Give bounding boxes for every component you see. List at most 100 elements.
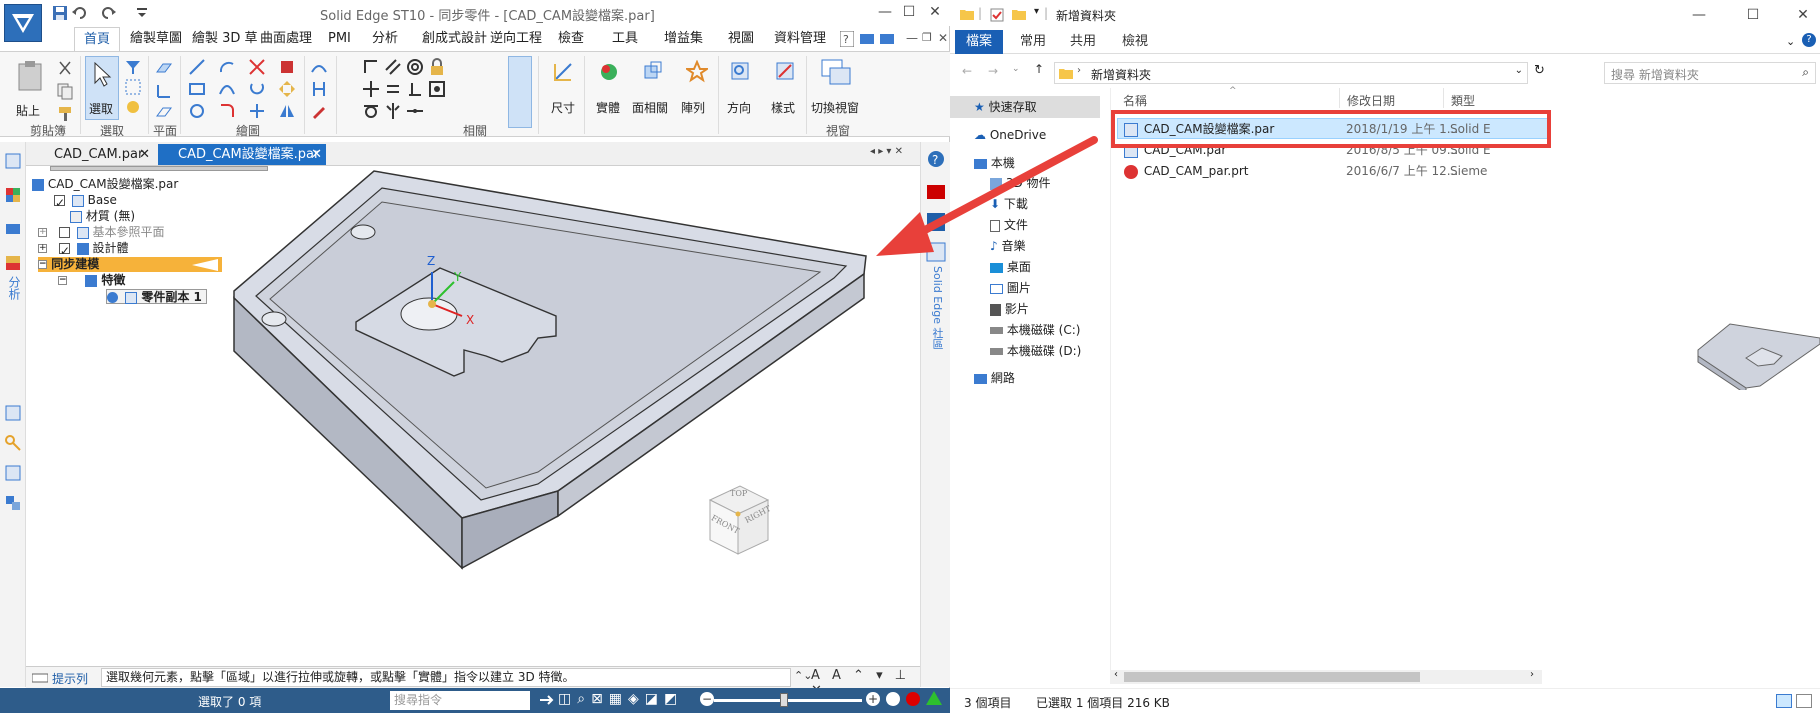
fit-icon[interactable]	[886, 692, 900, 706]
record-icon[interactable]	[906, 692, 920, 706]
tree-root[interactable]: CAD_CAM設變檔案.par	[32, 177, 178, 192]
tree-item-material[interactable]: 材質 (無)	[70, 209, 135, 224]
tab-home[interactable]: 首頁	[74, 27, 120, 51]
tree-item-part-copy[interactable]: 零件副本 1	[106, 289, 207, 304]
symmetric-icon[interactable]	[384, 102, 402, 120]
tab-view[interactable]: 視圖	[728, 27, 754, 51]
breadcrumb-folder[interactable]: 新增資料夾	[1091, 66, 1151, 83]
tangent-icon[interactable]	[362, 102, 380, 120]
nav-item-pictures[interactable]: 圖片	[990, 277, 1031, 299]
tree-item-ref-planes[interactable]: + 基本參照平面	[38, 225, 165, 240]
cut-icon[interactable]	[56, 60, 74, 78]
paste-button[interactable]: 貼上	[16, 102, 40, 119]
minimize-button[interactable]: —	[874, 2, 896, 22]
prompt-scroll-icon[interactable]: ⌃⌄	[794, 669, 812, 682]
connect-icon[interactable]	[362, 80, 380, 98]
switch-window-icon[interactable]	[820, 58, 852, 88]
tab-view[interactable]: 檢視	[1122, 30, 1148, 54]
key-icon[interactable]	[4, 434, 22, 452]
tree-item-base[interactable]: ✓ Base	[54, 193, 117, 210]
plane-tools-icon[interactable]	[155, 104, 173, 122]
library-icon[interactable]	[4, 464, 22, 482]
scroll-left-icon[interactable]: ‹	[1114, 669, 1118, 680]
nav-item-drive-c[interactable]: 本機磁碟 (C:)	[990, 319, 1080, 341]
search-input[interactable]: 搜尋 新增資料夾 ⌕	[1604, 62, 1816, 84]
tiles-view-icon[interactable]	[1796, 694, 1812, 708]
dimension-icon[interactable]	[552, 60, 574, 84]
analysis-side-label[interactable]: 分析	[6, 276, 23, 300]
redo-icon[interactable]	[100, 5, 116, 21]
new-folder-icon[interactable]	[1012, 8, 1026, 20]
recent-icon[interactable]: ⌄	[1012, 64, 1020, 74]
collapse-icon[interactable]: −	[58, 276, 67, 285]
quickpick-icon[interactable]	[124, 98, 142, 116]
relationship-handles-button[interactable]	[508, 56, 532, 128]
tab-generative-design[interactable]: 創成式設計	[422, 27, 487, 51]
copy-icon[interactable]	[56, 82, 74, 100]
plane-icon[interactable]	[155, 60, 173, 78]
solid-icon[interactable]	[598, 60, 620, 84]
search-icon[interactable]: ⌕	[1802, 65, 1809, 80]
analysis-icon[interactable]	[4, 254, 22, 272]
face-related-button[interactable]: 面相關	[632, 99, 668, 116]
dimension-button[interactable]: 尺寸	[551, 99, 575, 116]
solid-edge-app-button[interactable]	[4, 4, 42, 42]
zoom-slider[interactable]	[714, 699, 862, 702]
qat-dropdown-icon[interactable]: ▾	[1034, 6, 1039, 17]
scroll-right-icon[interactable]: ›	[1530, 669, 1534, 680]
tree-item-design-body[interactable]: + ✓ 設計體	[38, 241, 129, 258]
style-button[interactable]: 樣式	[771, 99, 795, 116]
address-input[interactable]: › 新增資料夾 ⌄	[1054, 62, 1528, 84]
tree-item-features[interactable]: − 特徵	[58, 273, 125, 288]
circle-icon[interactable]	[188, 102, 206, 120]
column-header-type[interactable]: 類型	[1451, 92, 1475, 109]
rectangle-icon[interactable]	[188, 80, 206, 98]
filter-icon[interactable]	[124, 58, 142, 76]
checkbox-checked[interactable]: ✓	[54, 195, 65, 210]
family-icon[interactable]	[4, 494, 22, 512]
equal-icon[interactable]	[384, 80, 402, 98]
view-tools-icon[interactable]: ◫⌕⊠▦◈◪◩	[558, 691, 683, 707]
column-header-name[interactable]: 名稱	[1123, 92, 1147, 109]
undo-icon[interactable]	[72, 5, 88, 21]
coordinate-system-icon[interactable]	[155, 82, 173, 100]
community-icon[interactable]	[860, 32, 876, 46]
lock-icon[interactable]	[428, 58, 446, 76]
model-canvas[interactable]: Z Y X CAD_CAM設變檔案.par ✓ Base 材質 (無) + 基本…	[26, 166, 920, 666]
offset-icon[interactable]	[248, 80, 266, 98]
arc-icon[interactable]	[218, 58, 236, 76]
scrollbar-thumb[interactable]	[1124, 672, 1420, 682]
zoom-slider-thumb[interactable]	[780, 693, 788, 707]
up-icon[interactable]: ↑	[1034, 62, 1044, 76]
color-manager-icon[interactable]	[4, 186, 22, 204]
doc-tab-cad-cam-revision[interactable]: CAD_CAM設變檔案.par ✕	[158, 144, 326, 165]
nav-item-drive-d[interactable]: 本機磁碟 (D:)	[990, 340, 1081, 362]
tab-data-management[interactable]: 資料管理	[774, 27, 826, 51]
fillet-icon[interactable]	[218, 102, 236, 120]
forward-icon[interactable]: →	[988, 64, 998, 78]
rigid-icon[interactable]	[428, 80, 446, 98]
column-divider[interactable]	[1443, 88, 1444, 108]
checkbox-checked[interactable]: ✓	[58, 243, 70, 258]
column-divider[interactable]	[1339, 88, 1340, 108]
tab-sketch[interactable]: 繪製草圖	[130, 27, 182, 51]
zoom-out-icon[interactable]: −	[700, 692, 714, 706]
trim-icon[interactable]	[248, 58, 266, 76]
tab-surfacing[interactable]: 曲面處理	[260, 27, 312, 51]
style-icon[interactable]	[774, 60, 796, 84]
sketch-view-icon[interactable]	[310, 58, 328, 76]
close-button[interactable]: ✕	[1792, 5, 1814, 25]
select-tools-icon[interactable]	[124, 78, 142, 96]
zoom-in-icon[interactable]: +	[866, 692, 880, 706]
expand-icon[interactable]: +	[38, 244, 47, 253]
tab-share[interactable]: 共用	[1070, 30, 1096, 54]
help-icon[interactable]: ?	[1802, 33, 1816, 47]
pattern-button[interactable]: 陣列	[681, 99, 705, 116]
tab-tools[interactable]: 工具	[612, 27, 638, 51]
layout-icon[interactable]	[880, 32, 896, 46]
refresh-icon[interactable]: ↻	[1534, 63, 1545, 78]
file-row-cad-cam-prt[interactable]: CAD_CAM_par.prt 2016/6/7 上午 12... Sieme	[1117, 161, 1549, 182]
tab-home[interactable]: 常用	[1020, 30, 1046, 54]
layers-icon[interactable]	[4, 404, 22, 422]
switch-window-button[interactable]: 切換視窗	[811, 99, 859, 116]
